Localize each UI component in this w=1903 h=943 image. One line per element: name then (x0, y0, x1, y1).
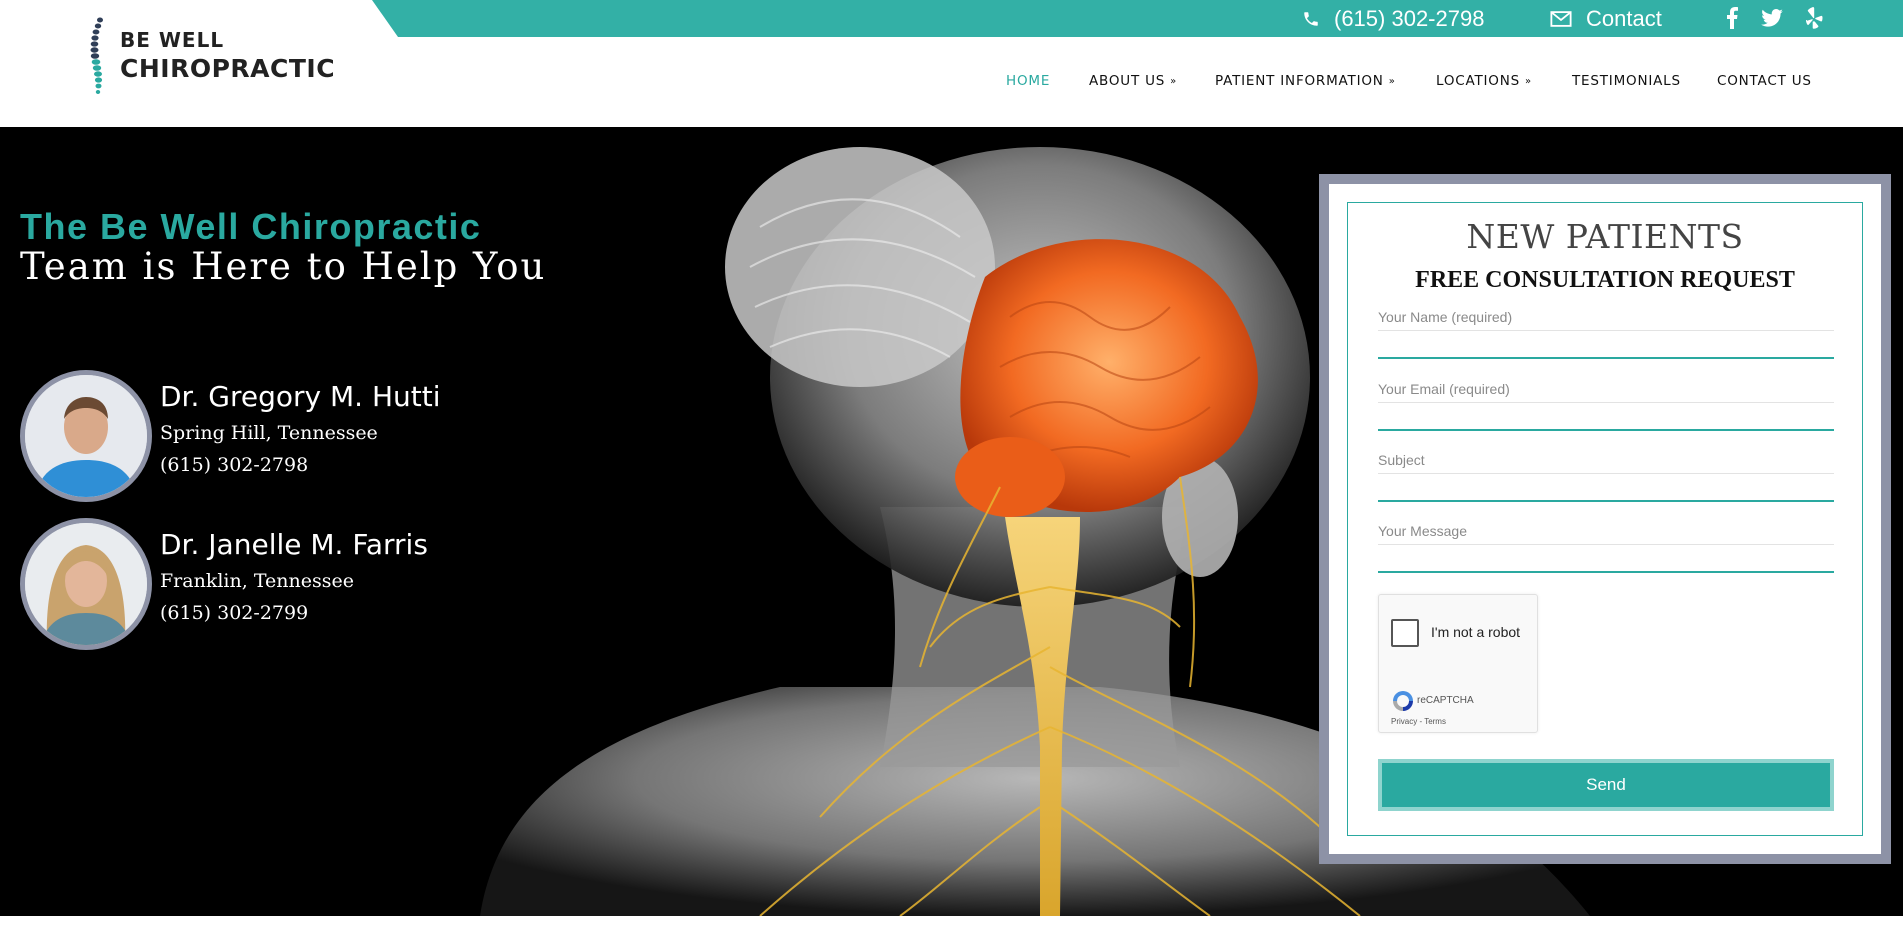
nav-about-us-label: ABOUT US (1089, 73, 1166, 89)
nav-contact-us-label: CONTACT US (1717, 73, 1812, 89)
recaptcha-widget: I'm not a robot reCAPTCHA Privacy - Term… (1378, 594, 1538, 733)
nav-home[interactable]: HOME (1006, 70, 1050, 92)
yelp-icon[interactable] (1802, 6, 1826, 30)
nav-contact-us[interactable]: CONTACT US (1717, 70, 1812, 92)
twitter-icon[interactable] (1760, 6, 1784, 30)
recaptcha-brand: reCAPTCHA (1417, 695, 1474, 706)
message-field: Your Message (1378, 523, 1834, 573)
recaptcha-icon (1393, 691, 1413, 711)
chevron-down-icon: » (1170, 75, 1178, 87)
doctor-phone[interactable]: (615) 302-2799 (160, 602, 308, 624)
message-input[interactable] (1378, 545, 1834, 573)
doctor-name: Dr. Gregory M. Hutti (160, 380, 441, 413)
consultation-form-panel: NEW PATIENTS FREE CONSULTATION REQUEST Y… (1329, 184, 1881, 854)
recaptcha-label: I'm not a robot (1431, 624, 1521, 640)
doctor-phone[interactable]: (615) 302-2798 (160, 454, 308, 476)
name-field-label: Your Name (required) (1378, 309, 1513, 325)
chevron-down-icon: » (1388, 75, 1396, 87)
logo-line1: BE WELL (120, 28, 225, 52)
send-button[interactable]: Send (1378, 759, 1834, 811)
form-subtitle: FREE CONSULTATION REQUEST (1415, 267, 1795, 293)
envelope-icon (1550, 11, 1572, 27)
spine-logo-icon (90, 17, 103, 94)
name-input[interactable] (1378, 331, 1834, 359)
top-contact-link[interactable]: Contact (1550, 4, 1662, 34)
avatar (20, 518, 152, 650)
recaptcha-checkbox[interactable] (1391, 619, 1419, 647)
logo-line2: CHIROPRACTIC (120, 54, 336, 83)
subject-field-label: Subject (1378, 452, 1425, 468)
recaptcha-terms-link[interactable]: Privacy - Terms (1391, 717, 1446, 726)
hero-headline: The Be Well Chiropractic Team is Here to… (20, 207, 546, 287)
consultation-form-frame: NEW PATIENTS FREE CONSULTATION REQUEST Y… (1319, 174, 1891, 864)
facebook-icon[interactable] (1720, 6, 1744, 30)
chevron-down-icon: » (1525, 75, 1532, 87)
nav-about-us[interactable]: ABOUT US » (1089, 70, 1177, 92)
hero-headline-line2: Team is Here to Help You (20, 245, 547, 288)
phone-icon (1304, 12, 1318, 26)
doctor-location: Franklin, Tennessee (160, 570, 354, 592)
nav-patient-information[interactable]: PATIENT INFORMATION » (1215, 70, 1396, 92)
top-phone-link[interactable]: (615) 302-2798 (1302, 4, 1484, 34)
nav-testimonials-label: TESTIMONIALS (1572, 73, 1681, 89)
message-field-label: Your Message (1378, 523, 1467, 539)
doctor-location: Spring Hill, Tennessee (160, 422, 378, 444)
nav-patient-information-label: PATIENT INFORMATION (1215, 73, 1384, 89)
name-field: Your Name (required) (1378, 309, 1834, 359)
nav-home-label: HOME (1006, 73, 1051, 89)
form-title: NEW PATIENTS (1466, 217, 1744, 256)
subject-input[interactable] (1378, 474, 1834, 502)
nav-testimonials[interactable]: TESTIMONIALS (1572, 70, 1681, 92)
consultation-form: NEW PATIENTS FREE CONSULTATION REQUEST Y… (1347, 202, 1863, 836)
email-field: Your Email (required) (1378, 381, 1834, 431)
email-input[interactable] (1378, 403, 1834, 431)
nav-locations-label: LOCATIONS (1436, 73, 1521, 89)
site-logo[interactable]: BE WELL CHIROPRACTIC (86, 16, 336, 96)
hero-headline-line1: The Be Well Chiropractic (20, 206, 482, 247)
subject-field: Subject (1378, 452, 1834, 502)
email-field-label: Your Email (required) (1378, 381, 1510, 397)
avatar (20, 370, 152, 502)
doctor-name: Dr. Janelle M. Farris (160, 528, 428, 561)
top-contact-text: Contact (1586, 6, 1662, 31)
top-phone-text: (615) 302-2798 (1334, 6, 1485, 31)
nav-locations[interactable]: LOCATIONS » (1436, 70, 1532, 92)
